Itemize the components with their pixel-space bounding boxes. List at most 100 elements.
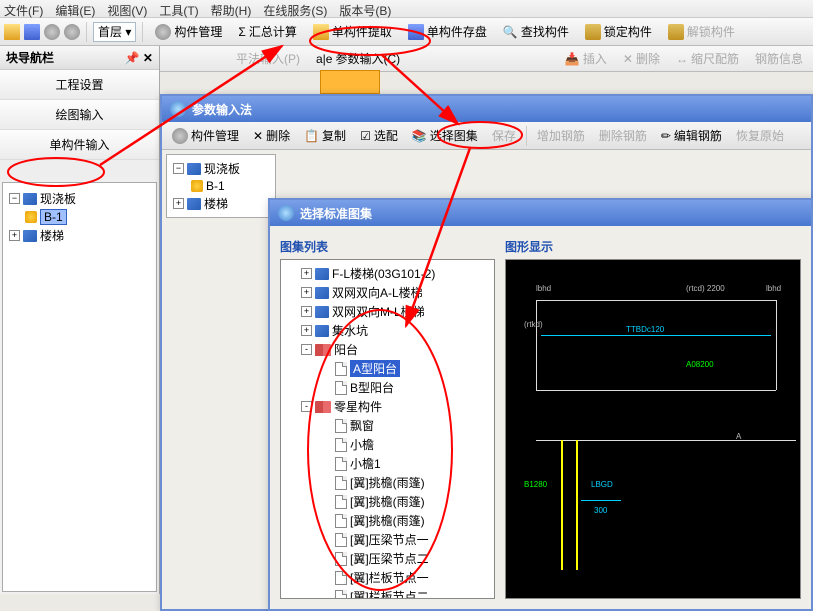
tree-node-slab[interactable]: − 现浇板 (7, 189, 152, 208)
main-menu[interactable]: 文件(F) 编辑(E) 视图(V) 工具(T) 帮助(H) 在线服务(S) 版本… (0, 0, 813, 18)
dialog-titlebar[interactable]: 选择标准图集 (270, 200, 811, 226)
expand-icon[interactable]: + (301, 287, 312, 298)
nav-draw-input[interactable]: 绘图输入 (0, 100, 159, 130)
atlas-tree-item[interactable]: 小檐 (285, 435, 490, 454)
atlas-tree-item[interactable]: -阳台 (285, 340, 490, 359)
active-cell[interactable] (320, 70, 380, 94)
atlas-tree-item[interactable]: [翼]压梁节点一 (285, 530, 490, 549)
restore-button[interactable]: 恢复原始 (730, 124, 790, 147)
tree-node-b1[interactable]: B-1 (7, 208, 152, 226)
param-input-button[interactable]: a|e 参数输入(C) (310, 47, 406, 70)
scale-button[interactable]: ↔ 缩尺配筋 (670, 47, 745, 70)
document-icon (335, 438, 347, 452)
lock-icon (585, 24, 601, 40)
document-icon (335, 514, 347, 528)
main-toolbar: 首层 ▾ 构件管理 Σ 汇总计算 单构件提取 单构件存盘 🔍 查找构件 锁定构件… (0, 18, 813, 46)
atlas-tree-item[interactable]: [翼]挑檐(雨篷) (285, 473, 490, 492)
tree-node-slab[interactable]: − 现浇板 (171, 159, 271, 178)
floor-dropdown[interactable]: 首层 ▾ (93, 22, 136, 42)
comp-mgmt-button[interactable]: 构件管理 (166, 124, 245, 147)
del-rebar-button[interactable]: 删除钢筋 (593, 124, 653, 147)
redo-icon[interactable] (64, 24, 80, 40)
copy-button[interactable]: 📋 复制 (298, 124, 352, 147)
atlas-tree-item[interactable]: +F-L楼梯(03G101-2) (285, 264, 490, 283)
delete-button[interactable]: ✕ 删除 (247, 124, 296, 147)
document-icon (335, 476, 347, 490)
find-button[interactable]: 🔍 查找构件 (497, 20, 575, 43)
save-button[interactable]: 保存 (486, 124, 522, 147)
expand-icon[interactable]: + (301, 325, 312, 336)
rebar-info-button[interactable]: 钢筋信息 (749, 47, 809, 70)
save-comp-button[interactable]: 单构件存盘 (402, 20, 493, 43)
extract-button[interactable]: 单构件提取 (307, 20, 398, 43)
expand-icon[interactable]: + (173, 198, 184, 209)
atlas-tree-item[interactable]: +双网双向M-L楼梯 (285, 302, 490, 321)
atlas-tree-item[interactable]: [翼]挑檐(雨篷) (285, 511, 490, 530)
document-icon (335, 590, 347, 600)
collapse-icon[interactable]: − (9, 193, 20, 204)
menu-online[interactable]: 在线服务(S) (263, 2, 327, 15)
open-icon[interactable] (4, 24, 20, 40)
book-icon (187, 163, 201, 175)
menu-tools[interactable]: 工具(T) (159, 2, 198, 15)
menu-view[interactable]: 视图(V) (107, 2, 147, 15)
document-icon (335, 419, 347, 433)
tree-node-stairs[interactable]: + 楼梯 (7, 226, 152, 245)
atlas-tree-item[interactable]: -零星构件 (285, 397, 490, 416)
select-atlas-dialog: 选择标准图集 图集列表 +F-L楼梯(03G101-2)+双网双向A-L楼梯+双… (268, 198, 813, 611)
separator (142, 22, 143, 42)
collapse-icon[interactable]: - (301, 401, 312, 412)
atlas-tree-item[interactable]: [翼]栏板节点二 (285, 587, 490, 599)
disk-icon (408, 24, 424, 40)
atlas-tree-item[interactable]: A型阳台 (285, 359, 490, 378)
unlock-button[interactable]: 解锁构件 (662, 20, 741, 43)
edit-rebar-button[interactable]: ✏ 编辑钢筋 (655, 124, 728, 147)
sub-window-tree[interactable]: − 现浇板 B-1 + 楼梯 (166, 154, 276, 218)
nav-single-input[interactable]: 单构件输入 (0, 130, 159, 160)
separator (86, 22, 87, 42)
atlas-tree-item[interactable]: +集水坑 (285, 321, 490, 340)
undo-icon[interactable] (44, 24, 60, 40)
collapse-icon[interactable]: - (301, 344, 312, 355)
insert-button[interactable]: 📥 插入 (559, 47, 613, 70)
menu-version[interactable]: 版本号(B) (339, 2, 391, 15)
menu-edit[interactable]: 编辑(E) (55, 2, 95, 15)
nav-title: 块导航栏 📌 ✕ (0, 46, 159, 70)
expand-icon[interactable]: + (301, 268, 312, 279)
flat-input-button[interactable]: 平法输入(P) (230, 47, 306, 70)
pin-icon[interactable]: 📌 ✕ (125, 51, 153, 65)
select-config-button[interactable]: ☑ 选配 (354, 124, 404, 147)
book-open-icon (315, 344, 331, 356)
book-open-icon (315, 401, 331, 413)
add-rebar-button[interactable]: 增加钢筋 (531, 124, 591, 147)
expand-icon[interactable]: + (301, 306, 312, 317)
atlas-tree-item[interactable]: [翼]栏板节点一 (285, 568, 490, 587)
atlas-tree[interactable]: +F-L楼梯(03G101-2)+双网双向A-L楼梯+双网双向M-L楼梯+集水坑… (280, 259, 495, 599)
preview-header: 图形显示 (505, 236, 801, 259)
book-icon (315, 325, 329, 337)
menu-file[interactable]: 文件(F) (4, 2, 43, 15)
collapse-icon[interactable]: − (173, 163, 184, 174)
tree-node-stairs[interactable]: + 楼梯 (171, 194, 271, 213)
document-icon (335, 362, 347, 376)
delete-button[interactable]: ✕ 删除 (617, 47, 666, 70)
tree-node-b1[interactable]: B-1 (171, 178, 271, 194)
atlas-tree-item[interactable]: 飘窗 (285, 416, 490, 435)
atlas-tree-item[interactable]: +双网双向A-L楼梯 (285, 283, 490, 302)
component-mgmt-button[interactable]: 构件管理 (149, 20, 228, 43)
cad-preview[interactable]: TTBDc120 A08200 (rtcd) 2200 lbhd lbhd LB… (505, 259, 801, 599)
window-titlebar[interactable]: 参数输入法 (162, 96, 811, 122)
sum-calc-button[interactable]: Σ 汇总计算 (232, 20, 302, 43)
atlas-tree-item[interactable]: [翼]挑檐(雨篷) (285, 492, 490, 511)
nav-tree[interactable]: − 现浇板 B-1 + 楼梯 (2, 182, 157, 592)
document-icon (335, 533, 347, 547)
menu-help[interactable]: 帮助(H) (211, 2, 252, 15)
select-atlas-button[interactable]: 📚 选择图集 (406, 124, 484, 147)
lock-button[interactable]: 锁定构件 (579, 20, 658, 43)
save-icon[interactable] (24, 24, 40, 40)
expand-icon[interactable]: + (9, 230, 20, 241)
atlas-tree-item[interactable]: [翼]压梁节点二 (285, 549, 490, 568)
nav-project-settings[interactable]: 工程设置 (0, 70, 159, 100)
atlas-tree-item[interactable]: 小檐1 (285, 454, 490, 473)
atlas-tree-item[interactable]: B型阳台 (285, 378, 490, 397)
